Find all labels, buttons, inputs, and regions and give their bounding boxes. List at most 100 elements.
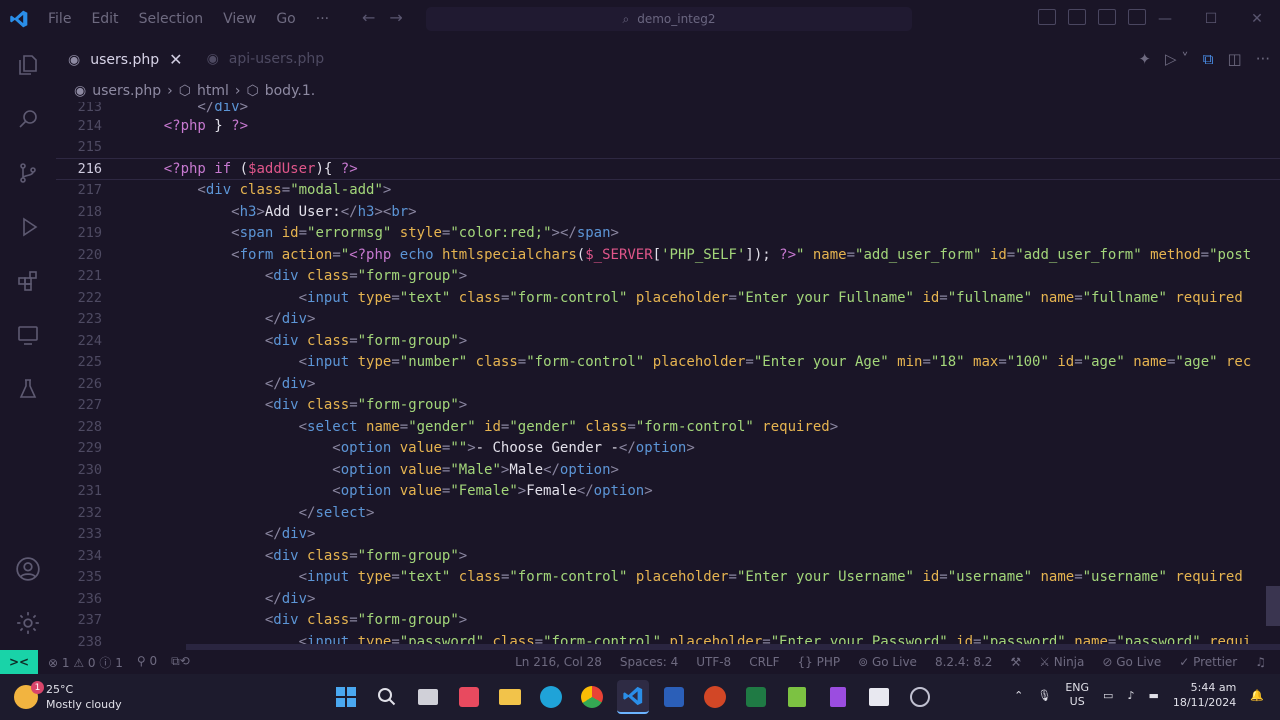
windows-start-icon[interactable]: [330, 680, 362, 714]
tray-chevron-up-icon[interactable]: ⌃: [1014, 689, 1023, 702]
menu-selection[interactable]: Selection: [129, 11, 214, 27]
account-icon[interactable]: [0, 542, 56, 596]
breadcrumb-html[interactable]: html: [197, 83, 229, 99]
code-line: 234 <div class="form-group">: [77, 547, 468, 564]
php-file-icon: ◉: [206, 51, 219, 67]
breadcrumb-file[interactable]: users.php: [92, 83, 161, 99]
command-center[interactable]: ⌕ demo_integ2: [426, 7, 912, 31]
run-debug-icon[interactable]: [0, 200, 56, 254]
toggle-panel-icon[interactable]: [1068, 9, 1086, 25]
editor-actions: ✦ ▷ ˅ ⧉ ◫ ···: [1138, 50, 1270, 68]
extensions-icon[interactable]: [0, 254, 56, 308]
go-live-button[interactable]: ⊚ Go Live: [858, 655, 917, 669]
copilot-icon[interactable]: ⧉: [1203, 50, 1214, 68]
github-desktop-icon[interactable]: [904, 680, 936, 714]
prettier-button[interactable]: ✓ Prettier: [1179, 655, 1237, 669]
excel-icon[interactable]: [740, 680, 772, 714]
close-window-icon[interactable]: ✕: [1234, 0, 1280, 38]
code-line: 230 <option value="Male">Male</option>: [77, 461, 619, 478]
sparkle-icon[interactable]: ✦: [1138, 50, 1151, 68]
code-line: 221 <div class="form-group">: [77, 267, 468, 284]
menu-file[interactable]: File: [38, 11, 81, 27]
php-version[interactable]: 8.2.4: 8.2: [935, 655, 992, 669]
toggle-secondary-sidebar-icon[interactable]: [1098, 9, 1116, 25]
prettier-label: Prettier: [1193, 655, 1238, 669]
terminal-icon[interactable]: ⧉⟲: [171, 654, 190, 671]
menu-more[interactable]: ···: [306, 11, 339, 27]
vscode-taskbar-icon[interactable]: [617, 680, 649, 714]
display-icon[interactable]: ▭: [1103, 689, 1113, 702]
language-label: PHP: [816, 655, 841, 669]
weather-widget[interactable]: 1 25°C Mostly cloudy: [0, 681, 180, 712]
volume-icon[interactable]: ♪: [1127, 689, 1134, 702]
indentation[interactable]: Spaces: 4: [620, 655, 678, 669]
remote-explorer-icon[interactable]: [0, 308, 56, 362]
menu-go[interactable]: Go: [266, 11, 305, 27]
line-ending[interactable]: CRLF: [749, 655, 779, 669]
edge-browser-icon[interactable]: [535, 680, 567, 714]
code-line: 218 <h3>Add User:</h3><br>: [77, 203, 417, 220]
file-explorer-icon[interactable]: [494, 680, 526, 714]
chrome-browser-icon[interactable]: [576, 680, 608, 714]
more-actions-icon[interactable]: ···: [1256, 50, 1270, 68]
weather-temp: 25°C: [46, 683, 74, 696]
wrench-icon[interactable]: ⚒: [1010, 655, 1021, 669]
explorer-icon[interactable]: [0, 38, 56, 92]
powerpoint-icon[interactable]: [699, 680, 731, 714]
errors-count: 1: [61, 655, 70, 670]
minimize-icon[interactable]: —: [1142, 0, 1188, 38]
phpstorm-icon[interactable]: [822, 680, 854, 714]
cursor-position[interactable]: Ln 216, Col 28: [515, 655, 602, 669]
go-live-button-2[interactable]: ⊘ Go Live: [1102, 655, 1161, 669]
run-file-icon[interactable]: ▷ ˅: [1165, 50, 1189, 68]
warnings-count: 0: [87, 655, 96, 670]
source-control-icon[interactable]: [0, 146, 56, 200]
ports-indicator[interactable]: ⚲ 0: [137, 654, 157, 671]
code-line: 222 <input type="text" class="form-contr…: [77, 289, 1243, 306]
ninja-button[interactable]: ⚔ Ninja: [1039, 655, 1084, 669]
back-arrow-icon[interactable]: ←: [362, 8, 375, 27]
code-line: 236 </div>: [77, 590, 316, 607]
weather-desc: Mostly cloudy: [46, 698, 122, 711]
notifications-bell-icon[interactable]: ♫: [1255, 655, 1266, 669]
vertical-scrollbar[interactable]: [1266, 586, 1280, 626]
language-mode[interactable]: {} PHP: [798, 655, 841, 669]
testing-icon[interactable]: [0, 362, 56, 416]
infos-count: 1: [115, 655, 123, 670]
clock[interactable]: 5:44 am 18/11/2024: [1173, 680, 1236, 710]
taskbar-search-icon[interactable]: [371, 680, 403, 714]
task-view-icon[interactable]: [412, 680, 444, 714]
code-editor[interactable]: 213 </div> 214 <?php } ?> 215 216 <?php …: [56, 102, 1280, 650]
tab-api-users-php[interactable]: ◉ api-users.php: [195, 38, 337, 80]
battery-icon[interactable]: ▬: [1148, 689, 1158, 702]
toggle-sidebar-icon[interactable]: [1038, 9, 1056, 25]
tab-users-php[interactable]: ◉ users.php ✕: [56, 38, 195, 80]
split-editor-icon[interactable]: ◫: [1228, 50, 1242, 68]
notification-bell-icon[interactable]: 🔔: [1250, 689, 1264, 702]
chevron-right-icon: ›: [234, 83, 241, 99]
status-bar: >< ⊗ 1 ⚠ 0 ⓘ 1 ⚲ 0 ⧉⟲ Ln 216, Col 28 Spa…: [0, 650, 1280, 674]
layout-controls: [1038, 9, 1146, 25]
language-indicator[interactable]: ENG US: [1065, 681, 1089, 709]
notepad-icon[interactable]: [781, 680, 813, 714]
menu-bar: File Edit Selection View Go ···: [38, 11, 339, 27]
menu-edit[interactable]: Edit: [81, 11, 128, 27]
maximize-icon[interactable]: ☐: [1188, 0, 1234, 38]
snipping-tool-icon[interactable]: [453, 680, 485, 714]
close-tab-icon[interactable]: ✕: [169, 50, 182, 69]
chevron-right-icon: ›: [167, 83, 173, 99]
remote-indicator-icon[interactable]: ><: [0, 650, 38, 674]
activity-bottom: [0, 542, 56, 650]
encoding[interactable]: UTF-8: [696, 655, 731, 669]
word-icon[interactable]: [658, 680, 690, 714]
menu-view[interactable]: View: [213, 11, 266, 27]
breadcrumb-body[interactable]: body.1.: [265, 83, 315, 99]
code-line: 229 <option value="">- Choose Gender -</…: [77, 439, 695, 456]
search-sidebar-icon[interactable]: [0, 92, 56, 146]
settings-gear-icon[interactable]: [0, 596, 56, 650]
code-line: 217 <div class="modal-add">: [77, 181, 392, 198]
network-tool-icon[interactable]: [863, 680, 895, 714]
problems-indicator[interactable]: ⊗ 1 ⚠ 0 ⓘ 1: [48, 654, 123, 671]
forward-arrow-icon[interactable]: →: [389, 8, 402, 27]
microphone-icon[interactable]: 🎙: [1037, 689, 1051, 702]
